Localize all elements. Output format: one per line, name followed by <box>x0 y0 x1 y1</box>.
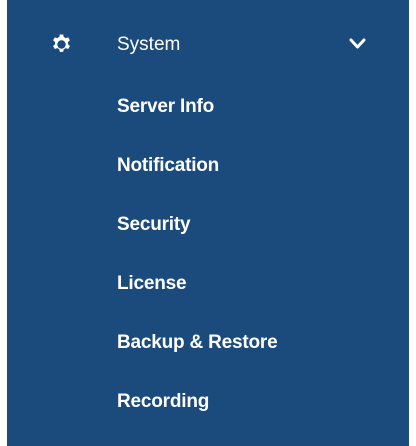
menu-item-backup-restore[interactable]: Backup & Restore <box>7 314 409 373</box>
sidebar: System Server Info Notification Security… <box>7 0 409 446</box>
menu-item-recording[interactable]: Recording <box>7 373 409 432</box>
system-label: System <box>117 34 181 55</box>
menu-item-label: Recording <box>117 391 210 412</box>
menu-item-label: Server Info <box>117 96 215 117</box>
menu-item-notification[interactable]: Notification <box>7 137 409 196</box>
menu-item-security[interactable]: Security <box>7 196 409 255</box>
menu-item-label: License <box>117 273 187 294</box>
menu-item-label: Security <box>117 214 191 235</box>
menu-item-server-info[interactable]: Server Info <box>7 78 409 137</box>
menu-item-label: Notification <box>117 155 220 176</box>
menu-item-license[interactable]: License <box>7 255 409 314</box>
gear-icon <box>53 34 70 52</box>
menu-item-label: Backup & Restore <box>117 332 278 353</box>
chevron-down-icon[interactable] <box>349 37 366 51</box>
menu-group-system[interactable]: System <box>7 17 409 73</box>
system-submenu: Server Info Notification Security Licens… <box>7 78 409 432</box>
